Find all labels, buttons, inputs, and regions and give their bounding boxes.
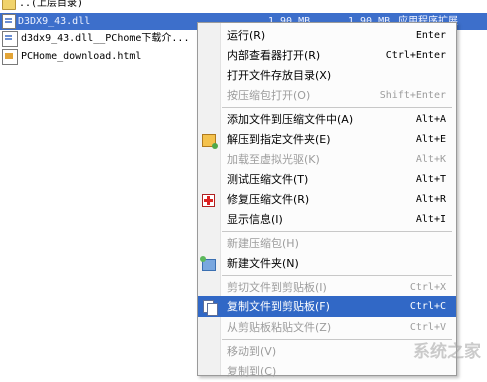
menu-item-label: 加载至虚拟光驱(K) <box>227 153 320 166</box>
file-name: ..(上层目录) <box>19 0 84 9</box>
dll-file-icon <box>2 31 18 47</box>
menu-item-label: 测试压缩文件(T) <box>227 173 309 186</box>
repair-icon <box>202 194 215 207</box>
watermark-logo: 系统之家 <box>413 342 481 362</box>
menu-item-open-internal-viewer[interactable]: 内部查看器打开(R) Ctrl+Enter <box>198 45 456 66</box>
menu-separator <box>222 275 452 276</box>
menu-item-label: 解压到指定文件夹(E) <box>227 133 331 146</box>
file-row[interactable]: d3dx9_43.dll__PChome下载介... <box>0 30 189 48</box>
menu-item-label: 新建压缩包(H) <box>227 237 299 250</box>
menu-item-cut-to-clipboard: 剪切文件到剪贴板(I) Ctrl+X <box>198 277 456 298</box>
menu-item-run[interactable]: 运行(R) Enter <box>198 25 456 46</box>
menu-item-new-folder[interactable]: 新建文件夹(N) <box>198 253 456 274</box>
menu-item-copy-to: 复制到(C) <box>198 361 456 382</box>
menu-item-label: 显示信息(I) <box>227 213 283 226</box>
menu-item-shortcut: Shift+Enter <box>379 90 446 101</box>
menu-item-shortcut: Alt+T <box>415 174 446 185</box>
menu-item-shortcut: Alt+E <box>415 134 446 145</box>
menu-item-shortcut: Alt+A <box>415 114 446 125</box>
menu-item-shortcut: Alt+K <box>415 154 446 165</box>
menu-item-open-as-archive: 按压缩包打开(O) Shift+Enter <box>198 85 456 106</box>
context-menu: 运行(R) Enter 内部查看器打开(R) Ctrl+Enter 打开文件存放… <box>197 22 457 378</box>
menu-item-test-archive[interactable]: 测试压缩文件(T) Alt+T <box>198 169 456 190</box>
menu-item-extract-to[interactable]: 解压到指定文件夹(E) Alt+E <box>198 129 456 150</box>
menu-item-copy-to-clipboard[interactable]: 复制文件到剪贴板(F) Ctrl+C <box>198 296 456 317</box>
menu-item-shortcut: Alt+I <box>415 214 446 225</box>
menu-item-label: 按压缩包打开(O) <box>227 89 311 102</box>
menu-item-shortcut: Ctrl+V <box>409 322 446 333</box>
folder-up-icon <box>2 0 16 10</box>
menu-item-repair-archive[interactable]: 修复压缩文件(R) Alt+R <box>198 189 456 210</box>
menu-item-label: 修复压缩文件(R) <box>227 193 310 206</box>
menu-item-shortcut: Ctrl+Enter <box>385 50 446 61</box>
menu-item-label: 运行(R) <box>227 29 266 42</box>
html-file-icon <box>2 49 18 65</box>
file-name: D3DX9_43.dll <box>18 16 91 27</box>
menu-item-label: 移动到(V) <box>227 345 277 358</box>
menu-item-shortcut: Enter <box>415 30 446 41</box>
menu-item-label: 打开文件存放目录(X) <box>227 69 332 82</box>
file-name: PCHome_download.html <box>21 51 142 62</box>
menu-item-label: 剪切文件到剪贴板(I) <box>227 281 327 294</box>
menu-item-label: 复制到(C) <box>227 365 277 378</box>
file-row-parent[interactable]: ..(上层目录) <box>0 0 83 13</box>
menu-item-add-to-archive[interactable]: 添加文件到压缩文件中(A) Alt+A <box>198 109 456 130</box>
copy-icon <box>203 300 218 316</box>
menu-item-label: 内部查看器打开(R) <box>227 49 321 62</box>
menu-item-label: 添加文件到压缩文件中(A) <box>227 113 354 126</box>
menu-item-shortcut: Alt+R <box>415 194 446 205</box>
menu-separator <box>222 107 452 108</box>
new-folder-icon <box>200 256 216 271</box>
dll-file-icon <box>2 14 16 29</box>
menu-item-paste-from-clipboard: 从剪贴板粘贴文件(Z) Ctrl+V <box>198 317 456 338</box>
menu-item-label: 新建文件夹(N) <box>227 257 299 270</box>
menu-item-shortcut: Ctrl+C <box>409 301 446 312</box>
file-name: d3dx9_43.dll__PChome下载介... <box>21 33 190 44</box>
menu-item-label: 复制文件到剪贴板(F) <box>227 300 330 313</box>
menu-separator <box>222 231 452 232</box>
menu-item-show-info[interactable]: 显示信息(I) Alt+I <box>198 209 456 230</box>
file-row[interactable]: PCHome_download.html <box>0 48 141 66</box>
extract-icon <box>202 134 218 149</box>
menu-item-open-folder[interactable]: 打开文件存放目录(X) <box>198 65 456 86</box>
menu-item-label: 从剪贴板粘贴文件(Z) <box>227 321 332 334</box>
menu-item-mount-virtual-drive: 加载至虚拟光驱(K) Alt+K <box>198 149 456 170</box>
menu-item-new-archive: 新建压缩包(H) <box>198 233 456 254</box>
menu-item-shortcut: Ctrl+X <box>409 282 446 293</box>
